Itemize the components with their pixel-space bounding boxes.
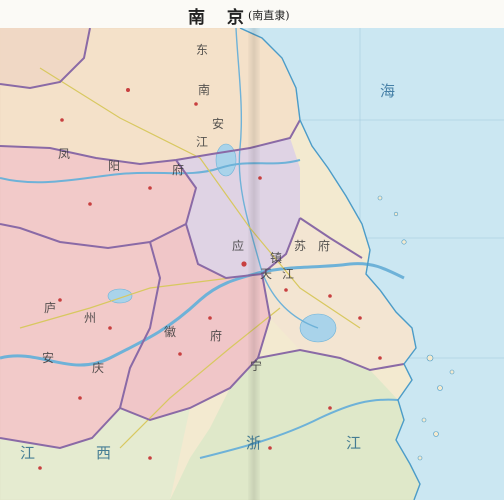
label-jiang-mid: 江 — [282, 267, 295, 281]
map-subtitle: (南直隶) — [248, 9, 290, 22]
label-hai: 海 — [380, 82, 396, 100]
label-xi: 西 — [96, 444, 112, 462]
label-fu-east: 府 — [318, 239, 331, 253]
map-title: 南 京 — [188, 8, 252, 28]
label-yang: 阳 — [108, 159, 121, 173]
label-nan-top: 南 — [198, 83, 211, 97]
label-ying: 应 — [232, 239, 245, 253]
label-lu: 庐 — [44, 301, 57, 315]
label-dong: 东 — [196, 43, 209, 57]
page-fold — [248, 28, 260, 500]
label-ning: 宁 — [250, 359, 263, 373]
label-fu-north: 府 — [172, 163, 185, 177]
label-zhe: 浙 — [246, 434, 262, 452]
label-jiang-south: 江 — [20, 444, 36, 462]
label-hui: 徽 — [164, 325, 177, 339]
label-zhou: 州 — [84, 311, 97, 325]
label-su: 苏 — [294, 239, 307, 253]
label-qing: 庆 — [92, 361, 105, 375]
label-tian: 天 — [260, 267, 273, 281]
map-page: 南 京 (南直隶) 东 南 江 安 凤 阳 府 应 天 苏 府 镇 江 庐 州 … — [0, 0, 504, 500]
label-feng: 凤 — [58, 147, 71, 161]
label-jiang-southeast: 江 — [346, 434, 362, 452]
label-fu-south: 府 — [210, 329, 223, 343]
label-an2: 安 — [42, 351, 55, 365]
label-zhen: 镇 — [270, 251, 283, 265]
title-bar: 南 京 (南直隶) — [0, 0, 504, 29]
label-jiang-north: 江 — [196, 135, 209, 149]
label-an: 安 — [212, 117, 225, 131]
hongze-lake — [215, 143, 237, 177]
